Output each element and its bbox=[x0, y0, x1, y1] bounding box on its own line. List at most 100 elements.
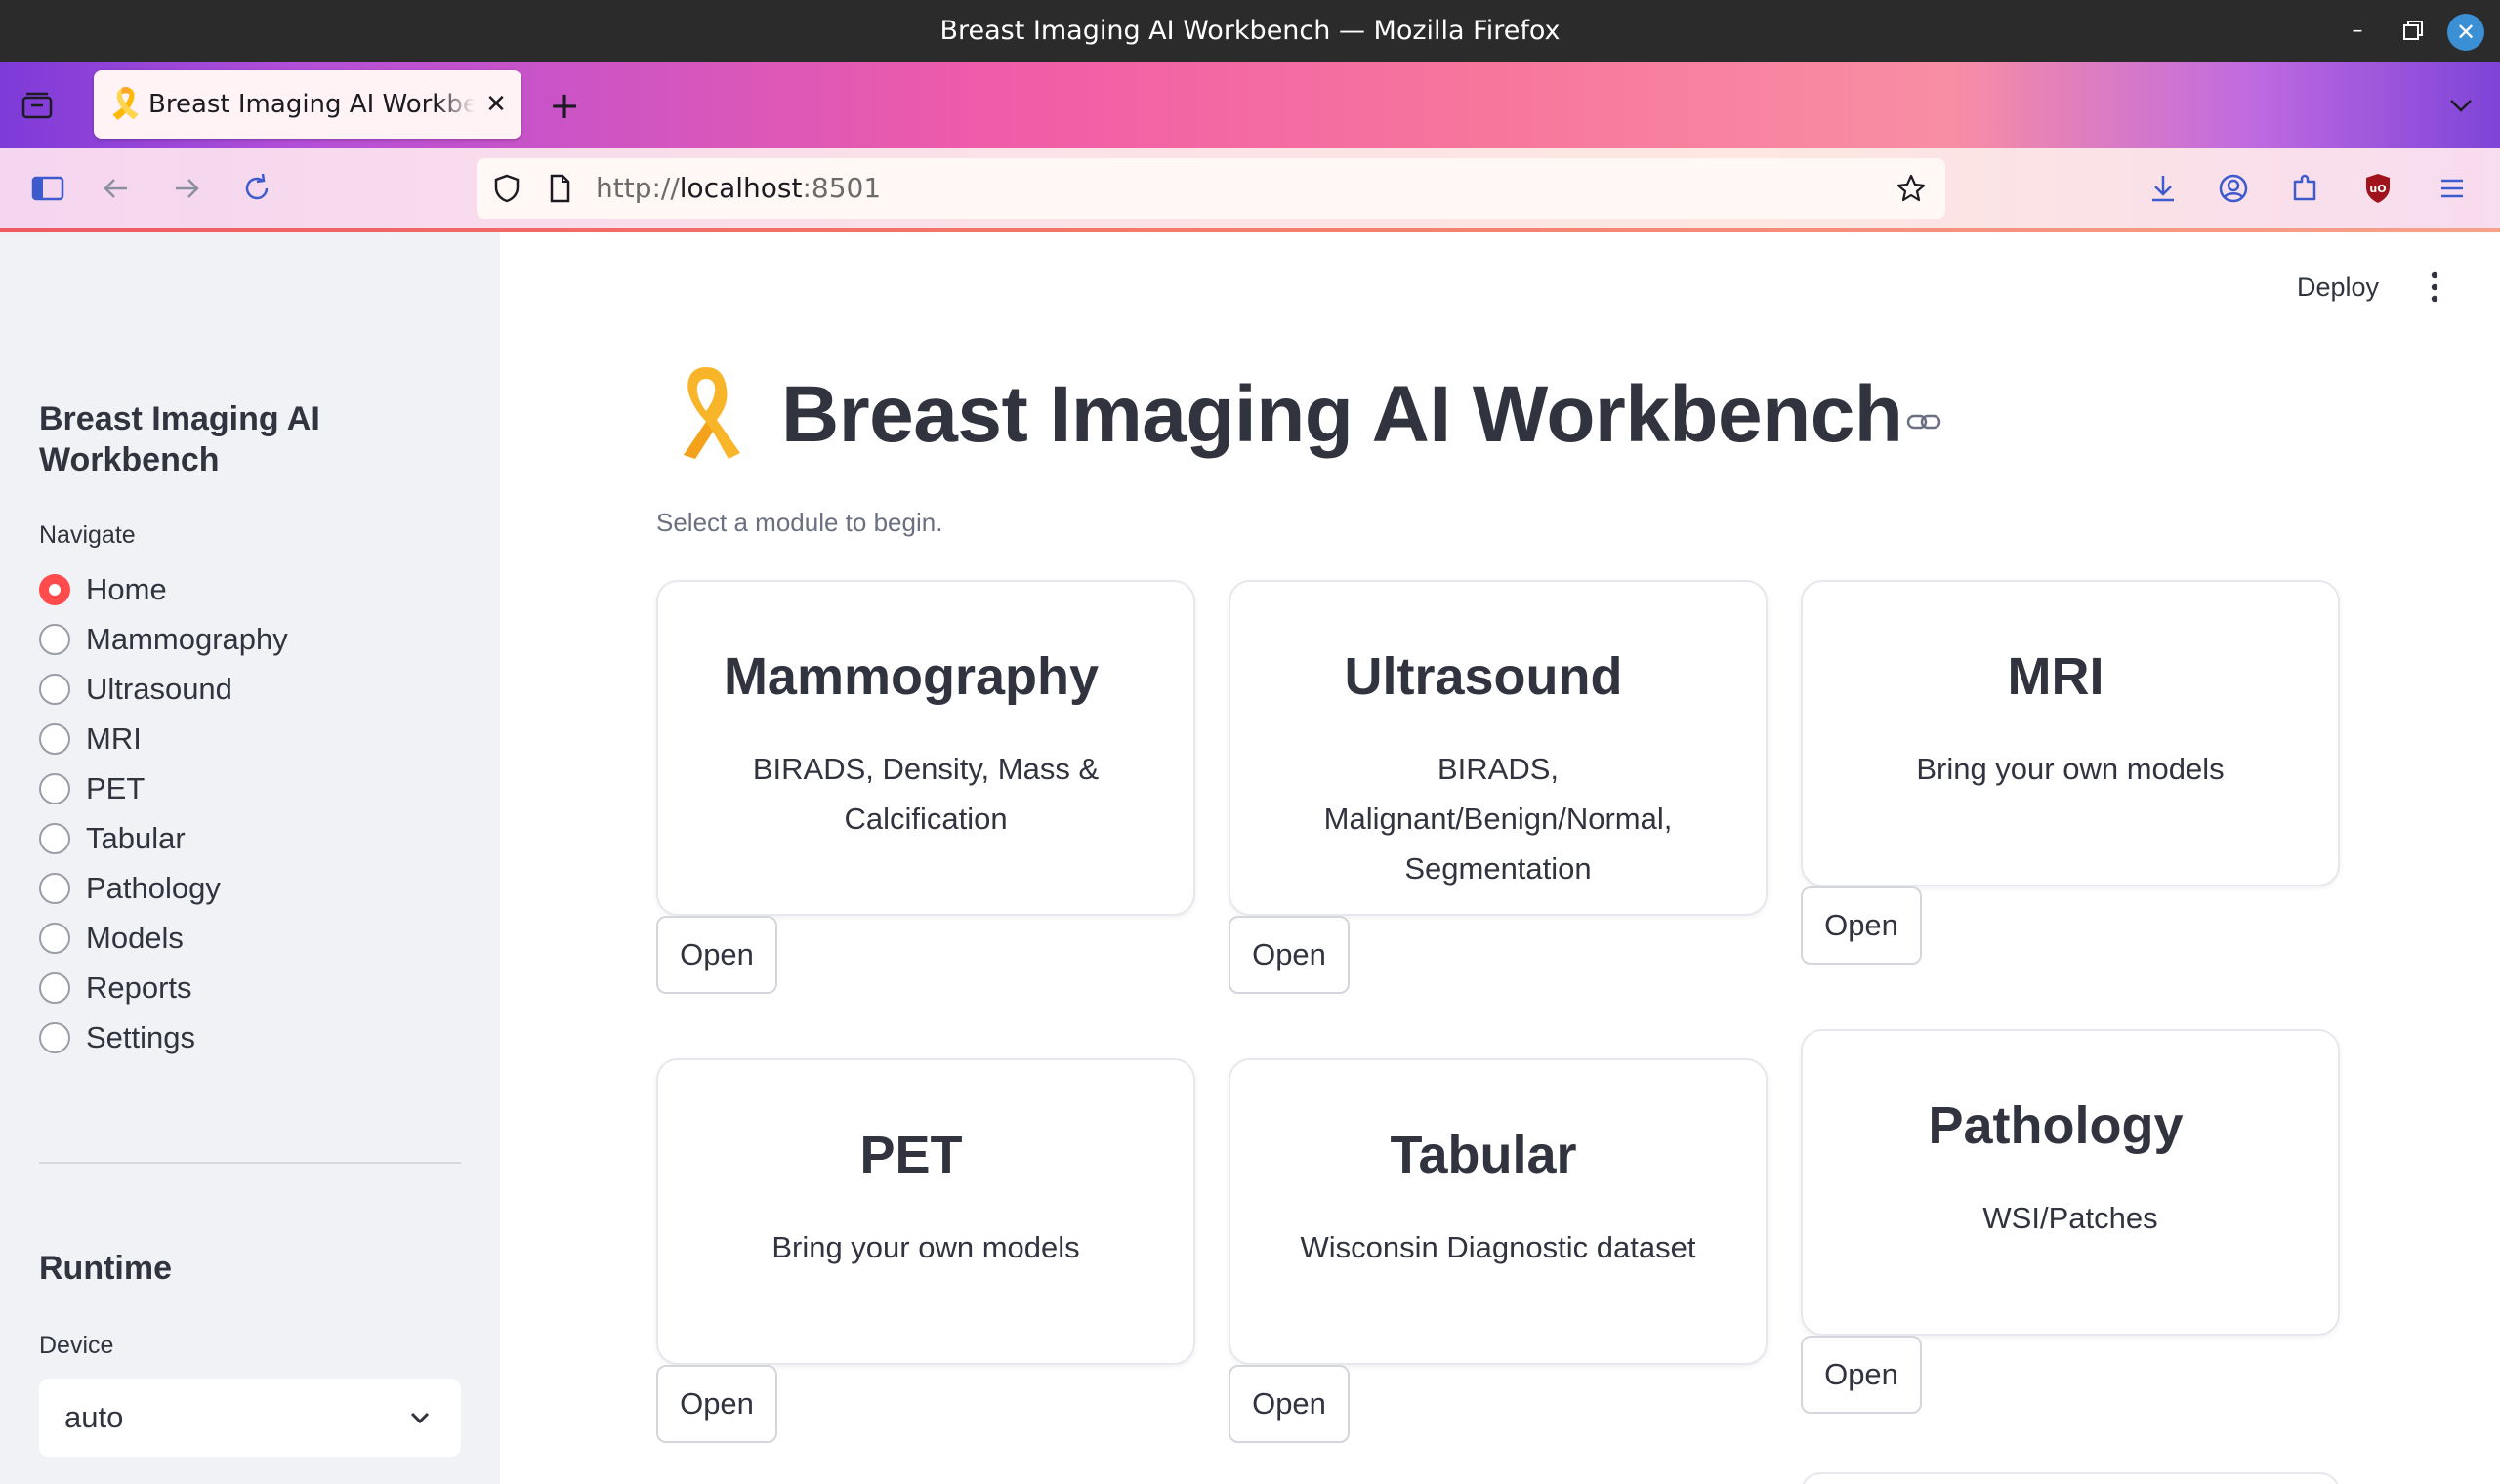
card-title: Ultrasound bbox=[1344, 647, 1623, 706]
module-card-pet: PET Bring your own models bbox=[656, 1058, 1195, 1365]
card-description: Wisconsin Diagnostic dataset bbox=[1300, 1230, 1696, 1264]
nav-radio-pet[interactable]: PET bbox=[39, 763, 449, 813]
nav-radio-models[interactable]: Models bbox=[39, 913, 449, 963]
tab-list-chevron-icon[interactable] bbox=[2441, 86, 2480, 125]
open-ultrasound-button[interactable]: Open bbox=[1229, 916, 1350, 994]
nav-bar: http://localhost:8501 uO bbox=[0, 148, 2500, 232]
navigate-radio-group: Home Mammography Ultrasound MRI PET Tabu… bbox=[39, 564, 449, 1062]
tab-strip: 🎗️ Breast Imaging AI Workbench ✕ + bbox=[0, 62, 2500, 148]
tab-close-icon[interactable]: ✕ bbox=[477, 70, 516, 139]
module-card-pathology: Pathology WSI/Patches bbox=[1801, 1029, 2340, 1336]
nav-radio-label: Tabular bbox=[86, 821, 186, 855]
ribbon-favicon-icon: 🎗️ bbox=[107, 87, 145, 121]
open-mri-button[interactable]: Open bbox=[1801, 886, 1922, 965]
device-select[interactable]: auto bbox=[39, 1379, 461, 1457]
browser-tab[interactable]: 🎗️ Breast Imaging AI Workbench ✕ bbox=[94, 70, 521, 139]
nav-radio-home[interactable]: Home bbox=[39, 564, 449, 614]
nav-radio-ultrasound[interactable]: Ultrasound bbox=[39, 664, 449, 714]
url-host: localhost bbox=[679, 172, 803, 204]
card-description: BIRADS, Density, Mass & Calcification bbox=[752, 752, 1100, 836]
svg-text:uO: uO bbox=[2369, 183, 2386, 195]
reload-icon[interactable] bbox=[236, 168, 277, 209]
card-description: WSI/Patches bbox=[1982, 1201, 2158, 1235]
url-bar[interactable]: http://localhost:8501 bbox=[477, 158, 1945, 219]
open-tabular-button[interactable]: Open bbox=[1229, 1365, 1350, 1443]
radio-unchecked-icon[interactable] bbox=[39, 823, 70, 854]
runtime-header: Runtime bbox=[39, 1250, 172, 1287]
forward-icon[interactable] bbox=[166, 168, 207, 209]
nav-radio-mri[interactable]: MRI bbox=[39, 714, 449, 763]
tab-overview-icon[interactable] bbox=[18, 90, 57, 123]
nav-radio-tabular[interactable]: Tabular bbox=[39, 813, 449, 863]
radio-unchecked-icon[interactable] bbox=[39, 873, 70, 904]
card-title: Tabular bbox=[1390, 1126, 1577, 1184]
nav-radio-label: Models bbox=[86, 921, 184, 955]
sidebar-divider bbox=[39, 1162, 461, 1164]
page-title: Breast Imaging AI Workbench bbox=[781, 370, 1903, 459]
ublock-icon[interactable]: uO bbox=[2357, 168, 2398, 209]
nav-radio-label: Pathology bbox=[86, 871, 221, 905]
card-title: Pathology bbox=[1928, 1096, 2184, 1155]
url-port: :8501 bbox=[802, 172, 882, 204]
extensions-icon[interactable] bbox=[2285, 168, 2326, 209]
chevron-down-icon[interactable] bbox=[404, 1402, 436, 1433]
nav-radio-settings[interactable]: Settings bbox=[39, 1012, 449, 1062]
radio-unchecked-icon[interactable] bbox=[39, 723, 70, 755]
radio-unchecked-icon[interactable] bbox=[39, 1022, 70, 1053]
nav-radio-label: Reports bbox=[86, 970, 192, 1005]
download-icon[interactable] bbox=[2143, 168, 2184, 209]
nav-radio-label: PET bbox=[86, 771, 146, 805]
nav-radio-pathology[interactable]: Pathology bbox=[39, 863, 449, 913]
anchor-link-icon[interactable] bbox=[1904, 404, 1943, 439]
module-card-mri: MRI Bring your own models bbox=[1801, 580, 2340, 886]
radio-unchecked-icon[interactable] bbox=[39, 624, 70, 655]
navigate-label: Navigate bbox=[39, 521, 136, 549]
page-subtitle: Select a module to begin. bbox=[656, 508, 943, 537]
device-label: Device bbox=[39, 1332, 114, 1359]
sidebar-toggle-icon[interactable] bbox=[27, 168, 68, 209]
page-icon[interactable] bbox=[545, 172, 574, 205]
card-title: Mammography bbox=[723, 647, 1100, 706]
nav-radio-label: MRI bbox=[86, 721, 142, 756]
open-mammography-button[interactable]: Open bbox=[656, 916, 777, 994]
nav-radio-label: Mammography bbox=[86, 622, 288, 656]
nav-radio-label: Settings bbox=[86, 1020, 196, 1054]
maximize-icon[interactable] bbox=[2395, 14, 2430, 49]
url-scheme: http:// bbox=[596, 172, 680, 204]
card-title: MRI bbox=[2007, 647, 2104, 706]
card-description: Bring your own models bbox=[771, 1230, 1080, 1264]
nav-radio-label: Home bbox=[86, 572, 167, 606]
tab-title: Breast Imaging AI Workbench bbox=[148, 90, 475, 119]
menu-icon[interactable] bbox=[2432, 168, 2473, 209]
radio-unchecked-icon[interactable] bbox=[39, 674, 70, 705]
minimize-icon[interactable]: – bbox=[2340, 14, 2375, 49]
card-description: Bring your own models bbox=[1916, 752, 2225, 786]
sidebar: Breast Imaging AI Workbench Navigate Hom… bbox=[0, 232, 500, 1484]
card-description: BIRADS, Malignant/Benign/Normal, Segment… bbox=[1323, 752, 1673, 886]
deploy-button[interactable]: Deploy bbox=[2297, 266, 2379, 309]
open-pathology-button[interactable]: Open bbox=[1801, 1336, 1922, 1414]
nav-radio-label: Ultrasound bbox=[86, 672, 232, 706]
account-icon[interactable] bbox=[2213, 168, 2254, 209]
radio-unchecked-icon[interactable] bbox=[39, 773, 70, 804]
open-pet-button[interactable]: Open bbox=[656, 1365, 777, 1443]
os-titlebar: Breast Imaging AI Workbench — Mozilla Fi… bbox=[0, 0, 2500, 62]
module-card-ultrasound: Ultrasound BIRADS, Malignant/Benign/Norm… bbox=[1229, 580, 1768, 916]
close-window-icon[interactable]: ✕ bbox=[2447, 14, 2484, 51]
device-select-value: auto bbox=[64, 1400, 124, 1434]
back-icon[interactable] bbox=[96, 168, 137, 209]
module-card-mammography: Mammography BIRADS, Density, Mass & Calc… bbox=[656, 580, 1195, 916]
shield-icon[interactable] bbox=[490, 172, 523, 205]
radio-unchecked-icon[interactable] bbox=[39, 972, 70, 1004]
bookmark-star-icon[interactable] bbox=[1895, 172, 1928, 205]
radio-checked-icon[interactable] bbox=[39, 574, 70, 605]
window-title: Breast Imaging AI Workbench — Mozilla Fi… bbox=[939, 16, 1561, 46]
url-text[interactable]: http://localhost:8501 bbox=[596, 158, 881, 219]
nav-radio-reports[interactable]: Reports bbox=[39, 963, 449, 1012]
sidebar-app-title: Breast Imaging AI Workbench bbox=[39, 400, 320, 478]
nav-radio-mammography[interactable]: Mammography bbox=[39, 614, 449, 664]
main-menu-icon[interactable] bbox=[2418, 266, 2451, 309]
new-tab-icon[interactable]: + bbox=[545, 82, 584, 129]
module-card-tabular: Tabular Wisconsin Diagnostic dataset bbox=[1229, 1058, 1768, 1365]
radio-unchecked-icon[interactable] bbox=[39, 923, 70, 954]
